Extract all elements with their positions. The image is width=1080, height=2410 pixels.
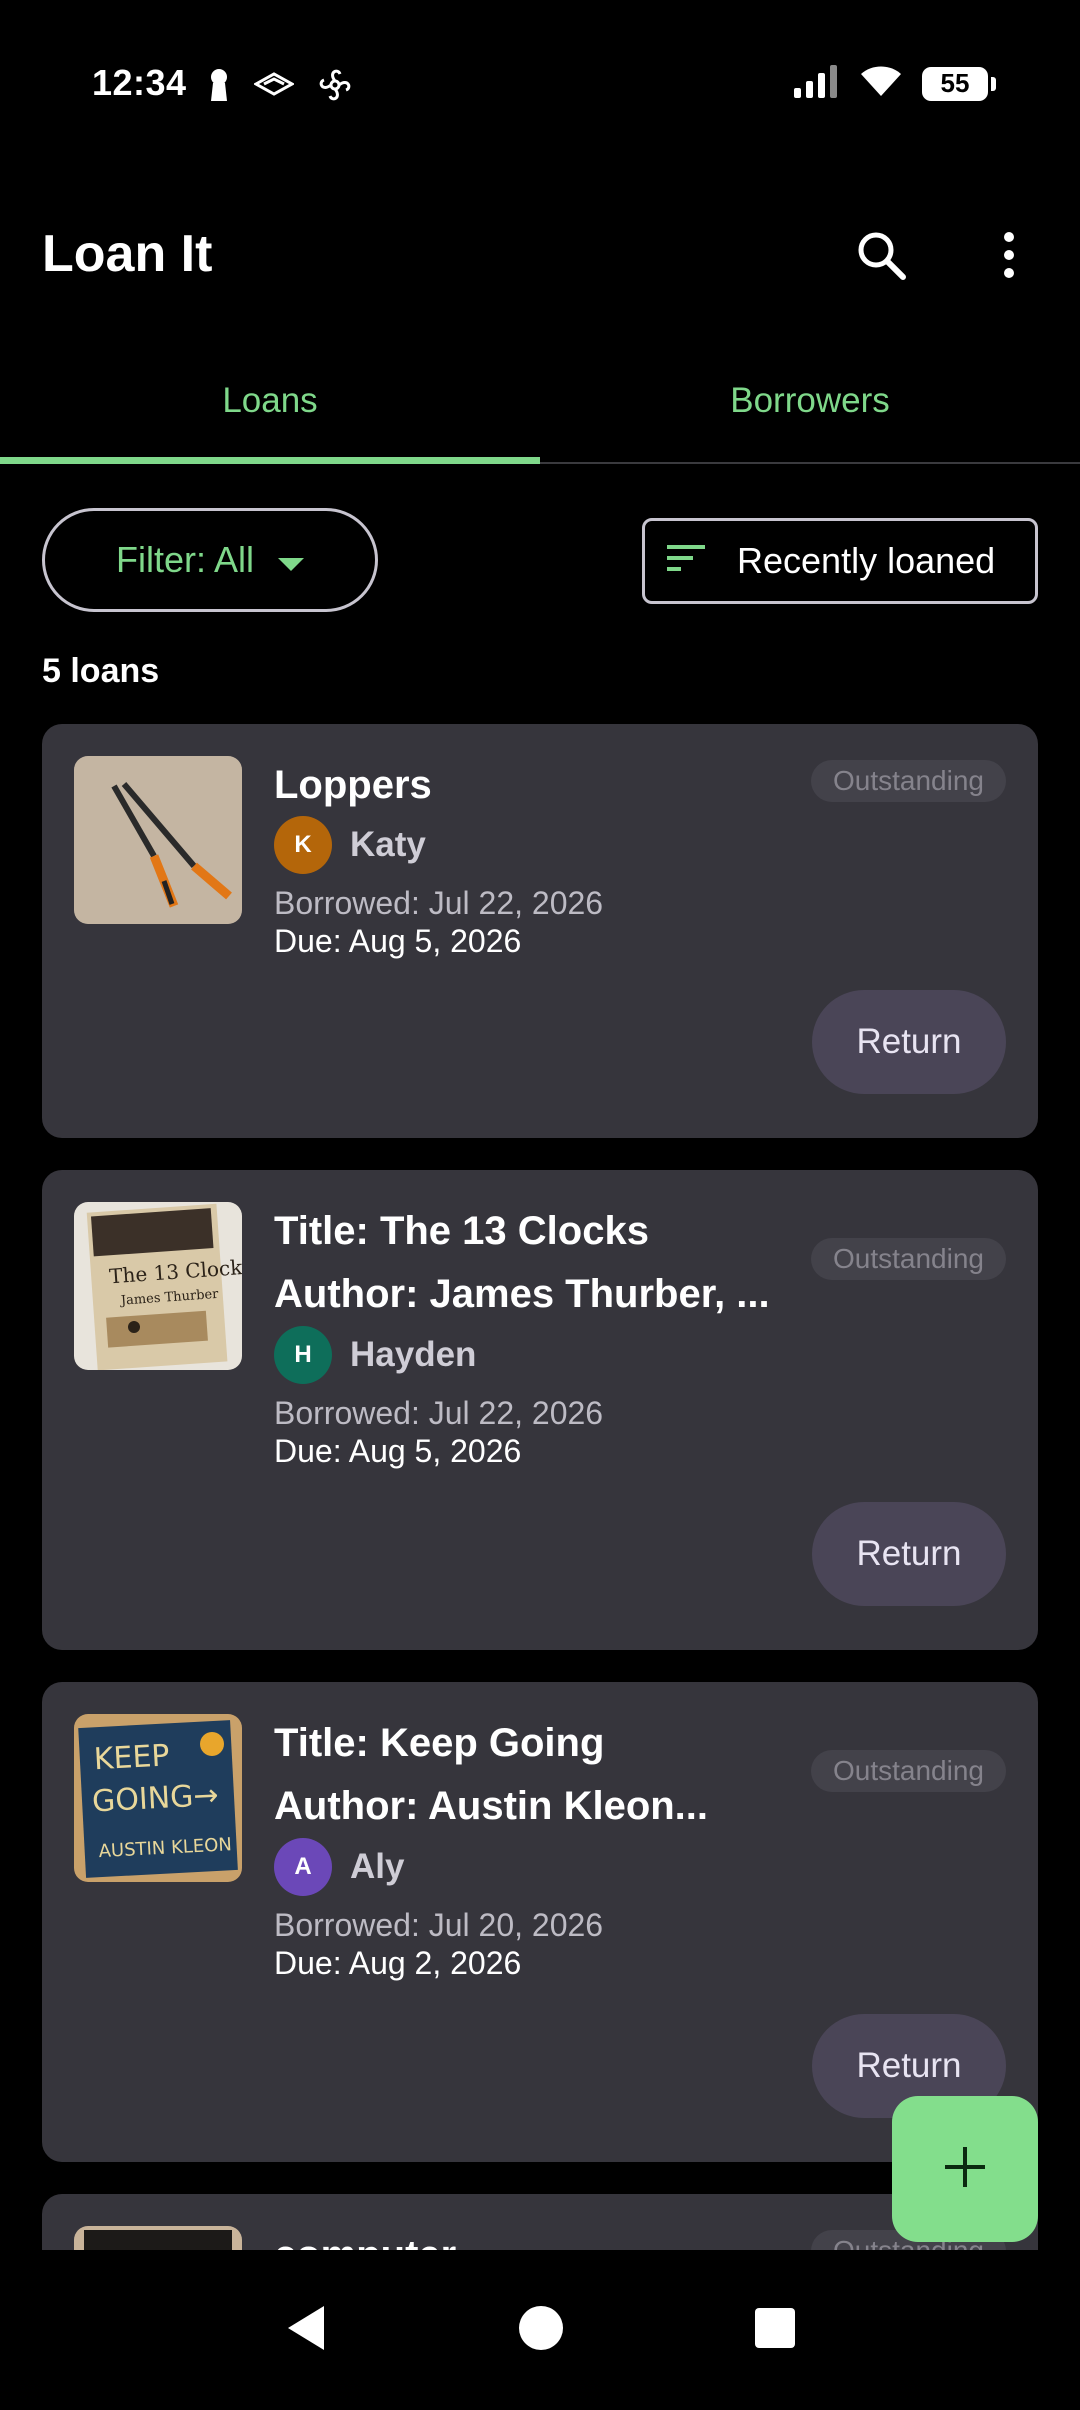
filter-label: Filter: All (115, 539, 255, 580)
borrower[interactable]: K Katy (274, 816, 426, 874)
borrower-name: Aly (350, 1847, 405, 1886)
loan-title: Title: The 13 Clocks Author: James Thurb… (274, 1200, 819, 1326)
sort-label: Recently loaned (737, 540, 996, 581)
due-date: Due: Aug 5, 2026 (274, 923, 522, 959)
loan-card[interactable]: computer Outstanding (42, 2194, 1038, 2250)
keyhole-icon (206, 67, 232, 108)
dropdown-arrow-icon (278, 539, 305, 581)
avatar: K (274, 816, 332, 874)
tab-borrowers[interactable]: Borrowers (540, 340, 1080, 462)
return-button[interactable]: Return (812, 1502, 1006, 1606)
loan-list: Loppers Outstanding K Katy Borrowed: Jul… (42, 724, 1038, 2250)
status-bar: 12:34 55 (0, 0, 1080, 150)
loan-card[interactable]: KEEP GOING→ AUSTIN KLEON Title: Keep Goi… (42, 1682, 1038, 2162)
sort-button[interactable]: Recently loaned (642, 518, 1038, 604)
due-date: Due: Aug 2, 2026 (274, 1945, 522, 1981)
loan-dates: Borrowed: Jul 20, 2026 Due: Aug 2, 2026 (274, 1906, 603, 1982)
signal-icon (794, 64, 840, 103)
borrowed-date: Borrowed: Jul 20, 2026 (274, 1907, 604, 1943)
borrowed-date: Borrowed: Jul 22, 2026 (274, 885, 604, 921)
sort-icon (667, 540, 707, 582)
loan-title: Loppers (274, 754, 819, 817)
loan-title-line: computer (274, 2224, 819, 2250)
borrowed-date: Borrowed: Jul 22, 2026 (274, 1395, 604, 1431)
loan-title: Title: Keep Going Author: Austin Kleon..… (274, 1712, 819, 1838)
tab-loans[interactable]: Loans (0, 340, 540, 464)
plus-icon (943, 2145, 987, 2194)
wireless-icon (252, 70, 296, 105)
status-right-icons: 55 (794, 64, 996, 103)
loan-thumbnail: KEEP GOING→ AUSTIN KLEON (74, 1714, 242, 1882)
home-icon[interactable] (518, 2305, 564, 2356)
loan-title-line: Title: Keep Going (274, 1721, 605, 1765)
back-icon[interactable] (284, 2304, 328, 2357)
loan-title-line: Author: Austin Kleon... (274, 1784, 709, 1828)
status-badge: Outstanding (811, 760, 1006, 802)
app-bar: Loan It (0, 190, 1080, 320)
avatar: A (274, 1838, 332, 1896)
avatar: H (274, 1326, 332, 1384)
borrower-name: Hayden (350, 1335, 477, 1374)
status-badge: Outstanding (811, 1750, 1006, 1792)
loan-count: 5 loans (42, 652, 160, 690)
return-button[interactable]: Return (812, 990, 1006, 1094)
loan-card[interactable]: Loppers Outstanding K Katy Borrowed: Jul… (42, 724, 1038, 1138)
svg-text:GOING→: GOING→ (91, 1778, 219, 1820)
tab-bar: Loans Borrowers (0, 340, 1080, 464)
loan-title-line: Author: James Thurber, ... (274, 1272, 770, 1316)
svg-text:KEEP: KEEP (93, 1738, 170, 1777)
borrower[interactable]: A Aly (274, 1838, 404, 1896)
more-vert-icon[interactable] (974, 220, 1044, 290)
borrower[interactable]: H Hayden (274, 1326, 476, 1384)
loan-thumbnail (74, 756, 242, 924)
recents-icon[interactable] (754, 2307, 796, 2354)
status-time: 12:34 (92, 62, 187, 103)
battery-icon: 55 (922, 66, 996, 101)
borrower-name: Katy (350, 825, 426, 864)
loan-dates: Borrowed: Jul 22, 2026 Due: Aug 5, 2026 (274, 884, 603, 960)
loan-thumbnail: The 13 Clocks James Thurber (74, 1202, 242, 1370)
status-badge: Outstanding (811, 1238, 1006, 1280)
add-loan-button[interactable] (892, 2096, 1038, 2242)
loan-title-line: Loppers (274, 763, 432, 807)
status-left-icons (206, 66, 354, 109)
fan-icon (316, 66, 354, 109)
loan-card[interactable]: The 13 Clocks James Thurber Title: The 1… (42, 1170, 1038, 1650)
loan-title-line: Title: The 13 Clocks (274, 1209, 649, 1253)
loan-dates: Borrowed: Jul 22, 2026 Due: Aug 5, 2026 (274, 1394, 603, 1470)
loan-thumbnail (74, 2226, 242, 2250)
loan-title: computer (274, 2224, 819, 2250)
wifi-icon (860, 64, 902, 103)
due-date: Due: Aug 5, 2026 (274, 1433, 522, 1469)
app-actions (846, 220, 1044, 290)
app-title: Loan It (42, 225, 213, 283)
system-nav-bar (0, 2250, 1080, 2410)
search-icon[interactable] (846, 220, 916, 290)
filter-button[interactable]: Filter: All (42, 508, 378, 612)
